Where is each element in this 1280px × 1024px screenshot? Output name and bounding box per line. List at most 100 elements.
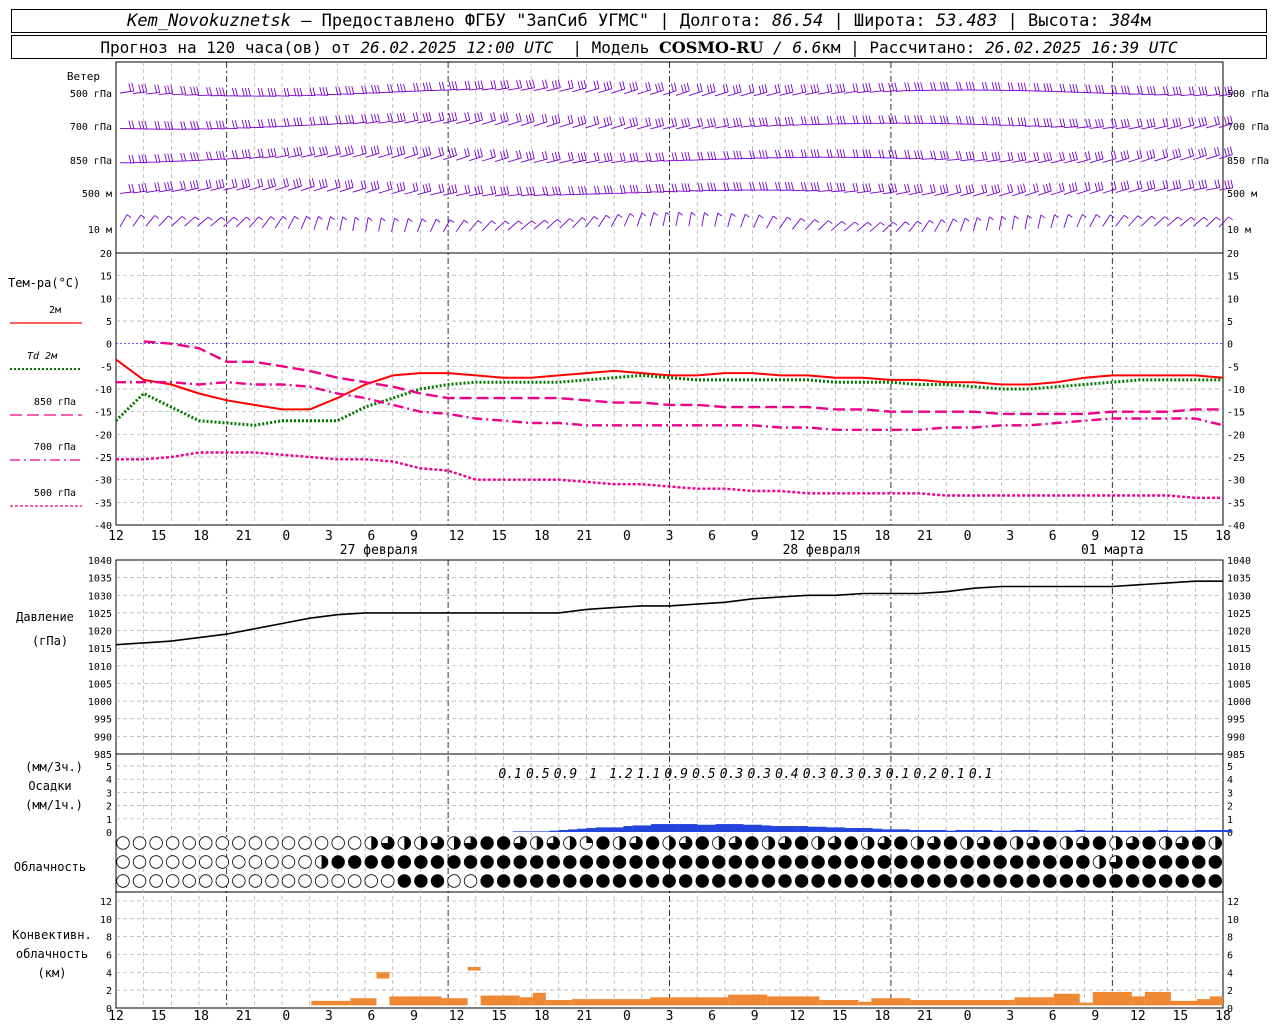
wind-barb	[675, 211, 683, 227]
wind-barb-feather	[749, 150, 752, 159]
wind-barb-shaft	[1037, 125, 1052, 128]
wind-barb-feather	[1172, 180, 1176, 190]
wind-barb-feather	[1036, 83, 1040, 92]
wind-barb-shaft	[572, 217, 583, 229]
wind-barb-feather	[351, 114, 355, 123]
wind-barb-shaft	[1024, 190, 1039, 197]
cloud-cover-icon	[480, 855, 494, 869]
wind-barb-feather	[448, 113, 452, 122]
wind-barb-shaft	[507, 120, 522, 126]
wind-barb-feather	[603, 153, 607, 162]
wind-barb-feather	[467, 111, 471, 121]
wind-barb-feather	[981, 184, 985, 194]
cloud-cover-icon	[447, 855, 461, 869]
cloud-cover-icon	[447, 836, 461, 850]
wind-barb	[973, 82, 988, 91]
wind-barb-feather	[881, 82, 885, 91]
wind-barb-feather	[1094, 183, 1098, 192]
cloud-icon-outline	[182, 855, 196, 869]
cloud-cover-icon	[496, 855, 511, 869]
wind-barb-feather	[1036, 117, 1040, 126]
temp-legend-label: 850 гПа	[34, 397, 76, 408]
wind-barb-feather	[904, 184, 907, 193]
wind-barb	[1115, 214, 1129, 227]
wind-barb-shaft	[999, 191, 1013, 197]
wind-barb	[649, 117, 665, 130]
wind-barb-feather	[1062, 118, 1066, 127]
wind-barb	[856, 182, 872, 194]
wind-barb-shaft	[1115, 157, 1130, 163]
wind-barb-feather	[787, 84, 791, 93]
wind-barb-feather	[991, 116, 995, 125]
cloud-icon-fill	[977, 855, 990, 869]
wind-barb	[236, 87, 251, 97]
wind-barb-feather	[914, 82, 917, 91]
wind-barb-shaft	[908, 191, 923, 196]
wind-barb-feather	[761, 117, 765, 126]
wind-barb-feather	[645, 184, 649, 193]
precip-y-tick: 3	[106, 788, 112, 799]
cloud-icon-outline	[248, 874, 263, 888]
cloud-cover-icon	[596, 836, 610, 850]
wind-barb	[779, 181, 794, 191]
wind-barb-feather	[841, 221, 846, 225]
wind-barb-feather	[552, 186, 555, 195]
wind-barb	[1089, 214, 1101, 228]
wind-barb	[404, 218, 413, 233]
wind-barb-shaft	[805, 189, 820, 192]
wind-barb-feather	[984, 184, 988, 193]
cloud-cover-icon	[645, 874, 660, 888]
wind-barb	[119, 120, 135, 130]
wind-barb-feather	[244, 119, 248, 129]
cloud-cover-icon	[811, 836, 825, 850]
wind-barb-feather	[1062, 83, 1066, 92]
wind-barb-feather	[943, 81, 946, 91]
wind-barb	[469, 185, 484, 197]
wind-barb	[352, 114, 368, 125]
wind-barb-feather	[1007, 184, 1011, 193]
wind-barb-shaft	[533, 158, 548, 164]
wind-barb	[856, 82, 872, 94]
wind-barb-feather	[632, 184, 636, 194]
wind-barb-feather	[976, 217, 982, 221]
cloud-cover-icon	[513, 836, 527, 850]
wind-barb	[456, 147, 470, 161]
wind-barb-feather	[1084, 182, 1088, 191]
wind-barb-feather	[1149, 118, 1153, 127]
cloud-cover-icon	[927, 874, 941, 888]
wind-barb	[792, 149, 807, 159]
wind-barb-feather	[814, 219, 820, 223]
wind-barb-feather	[454, 184, 458, 193]
cloud-icon-outline	[116, 874, 130, 888]
wind-barb-feather	[733, 150, 736, 159]
wind-barb	[559, 186, 575, 196]
wind-barb-shaft	[934, 191, 949, 196]
wind-barb-feather	[1017, 117, 1021, 126]
cloud-cover-icon	[1158, 836, 1173, 850]
precip-bar	[734, 824, 744, 832]
wind-barb-feather	[344, 146, 348, 156]
wind-barb-feather	[749, 117, 752, 126]
wind-barb-shaft	[921, 89, 936, 92]
wind-barb-feather	[609, 152, 613, 161]
wind-barb-feather	[739, 182, 743, 191]
cloud-cover-icon	[811, 874, 825, 888]
wind-barb-feather	[632, 117, 636, 126]
cloud-icon-outline	[364, 874, 378, 888]
wind-barb	[455, 219, 469, 232]
wind-barb-shaft	[158, 189, 173, 193]
wind-barb-feather	[441, 146, 445, 155]
wind-barb-shaft	[753, 124, 768, 128]
wind-barb-feather	[500, 80, 504, 89]
wind-barb-shaft	[973, 159, 988, 162]
wind-barb-feather	[865, 183, 869, 192]
wind-barb-feather	[257, 178, 261, 188]
cloud-icon-fill	[828, 874, 841, 888]
wind-barb	[637, 117, 652, 130]
wind-barb-shaft	[1089, 188, 1104, 195]
cloud-cover-icon	[1109, 836, 1123, 850]
wind-barb-feather	[571, 186, 575, 195]
wind-barb-feather	[1203, 216, 1208, 221]
wind-barb-feather	[1224, 180, 1228, 189]
wind-barb-feather	[428, 111, 432, 121]
